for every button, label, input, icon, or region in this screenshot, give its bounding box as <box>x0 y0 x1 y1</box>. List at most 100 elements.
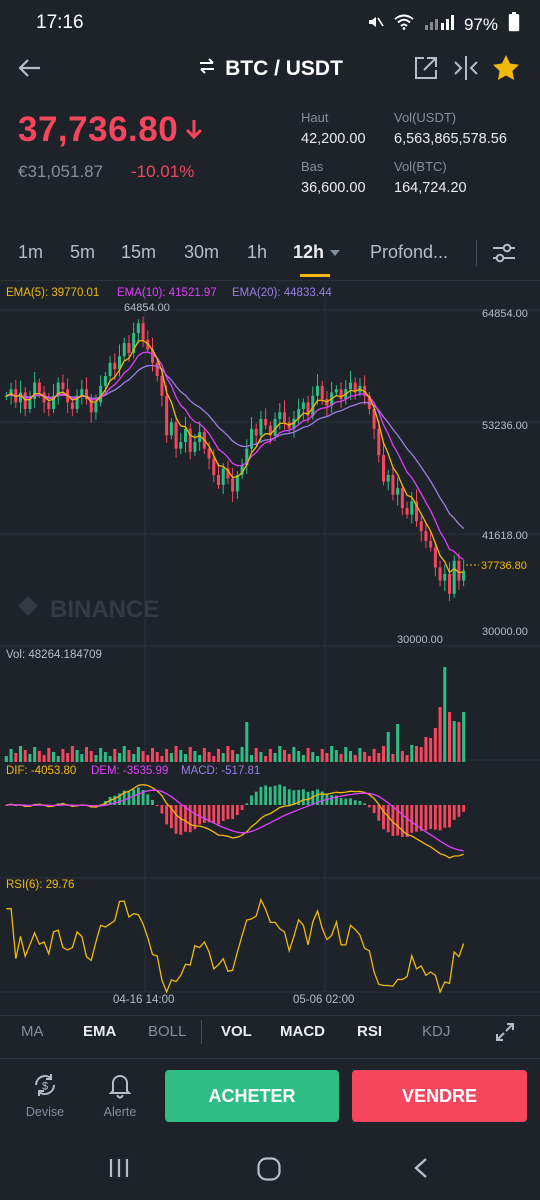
tab-12h[interactable]: 12h <box>293 242 341 263</box>
candle-body <box>419 521 423 532</box>
bell-icon <box>97 1070 143 1105</box>
volume-bar <box>447 712 452 762</box>
macd-bar <box>151 799 154 805</box>
candle-body <box>174 422 178 449</box>
candle-body <box>37 382 41 393</box>
volume-bar <box>9 749 13 762</box>
macd-bar <box>429 805 433 829</box>
volume-bar <box>207 752 211 762</box>
indicator-rsi[interactable]: RSI <box>357 1023 382 1040</box>
tab-15m[interactable]: 15m <box>121 242 156 263</box>
volume-bar <box>273 753 277 762</box>
recent-apps-button[interactable] <box>107 1156 131 1185</box>
macd-bar <box>377 805 381 821</box>
volume-bar <box>353 755 357 762</box>
tab-1m[interactable]: 1m <box>18 242 43 263</box>
volume-bar <box>386 732 390 762</box>
candle-body <box>127 343 131 353</box>
currency-convert-icon: $ <box>22 1070 68 1105</box>
volume-bar <box>231 750 235 762</box>
volume-bar <box>75 750 79 762</box>
volume-bar <box>424 737 428 762</box>
indicator-ma[interactable]: MA <box>21 1023 44 1040</box>
indicator-bar <box>0 1015 540 1052</box>
volume-bar <box>391 754 395 762</box>
kline-chart[interactable]: BINANCE EMA(5): 39770.01 EMA(10): 41521.… <box>0 280 540 1015</box>
volume-bar <box>37 751 41 762</box>
candle-body <box>113 362 117 370</box>
volume-bar <box>259 752 263 762</box>
volume-bar <box>344 747 348 762</box>
macd-bar <box>382 805 385 830</box>
macd-bar <box>146 794 150 805</box>
candle-body <box>155 362 159 376</box>
macd-bar <box>353 800 357 805</box>
candle-body <box>348 382 353 390</box>
tab-depth[interactable]: Profond... <box>370 242 448 263</box>
candle-body <box>443 574 447 581</box>
favorite-button[interactable] <box>490 52 522 84</box>
high-label: Haut <box>301 110 329 125</box>
sell-button[interactable]: VENDRE <box>352 1070 527 1122</box>
volume-bar <box>452 721 456 762</box>
volume-bar <box>320 749 324 762</box>
share-button[interactable] <box>410 52 442 84</box>
min-price-label: 30000.00 <box>397 634 443 646</box>
volume-bar <box>113 749 117 762</box>
chart-settings-button[interactable] <box>490 240 518 271</box>
expand-icon <box>496 1023 514 1041</box>
indicator-vol[interactable]: VOL <box>221 1023 252 1040</box>
candle-body <box>216 475 221 485</box>
devise-button[interactable]: $ Devise <box>22 1070 68 1119</box>
volume-bar <box>165 749 169 762</box>
tab-30m[interactable]: 30m <box>184 242 219 263</box>
macd-bar <box>438 805 442 831</box>
volume-bar <box>457 722 461 762</box>
system-back-button[interactable] <box>410 1156 434 1185</box>
chart-canvas[interactable]: BINANCE EMA(5): 39770.01 EMA(10): 41521.… <box>0 280 540 1015</box>
volume-bars <box>4 667 466 762</box>
candle-body <box>221 468 225 485</box>
candle-body <box>339 389 343 400</box>
tab-1h[interactable]: 1h <box>247 242 267 263</box>
indicator-divider <box>201 1020 202 1044</box>
volume-bar <box>221 753 225 762</box>
volume-bar <box>23 750 27 762</box>
candle-body <box>334 389 338 393</box>
macd-bar <box>419 805 423 831</box>
dem-line <box>6 789 464 852</box>
alert-button[interactable]: Alerte <box>97 1070 143 1119</box>
home-button[interactable] <box>256 1156 282 1187</box>
volume-bar <box>311 752 315 762</box>
volume-bar <box>348 751 353 762</box>
candle-body <box>315 385 320 396</box>
indicator-kdj[interactable]: KDJ <box>422 1023 450 1040</box>
macd-bar <box>254 791 258 805</box>
volume-bar <box>240 747 244 762</box>
tab-5m[interactable]: 5m <box>70 242 95 263</box>
system-nav-bar <box>0 1136 540 1200</box>
macd-bar <box>330 795 334 805</box>
indicator-ema[interactable]: EMA <box>83 1023 116 1040</box>
volume-bar <box>51 752 56 762</box>
candle-body <box>405 508 409 515</box>
fullscreen-button[interactable] <box>494 1021 516 1048</box>
indicator-boll[interactable]: BOLL <box>148 1023 186 1040</box>
candle-body <box>193 442 197 452</box>
buy-button[interactable]: ACHETER <box>165 1070 339 1122</box>
volume-bar <box>117 753 122 762</box>
volume-bar <box>103 752 107 762</box>
indicator-macd[interactable]: MACD <box>280 1023 325 1040</box>
macd-bar <box>212 805 216 824</box>
volume-bar <box>443 667 447 762</box>
compare-button[interactable] <box>450 52 482 84</box>
candle-body <box>377 428 381 456</box>
macd-bar <box>221 805 225 822</box>
macd-bar <box>405 805 409 837</box>
axis-label-3: 41618.00 <box>482 530 528 542</box>
volume-bar <box>47 748 51 762</box>
volume-bar <box>160 756 164 762</box>
ema5-label: EMA(5): 39770.01 <box>6 287 99 299</box>
status-time: 17:16 <box>36 12 84 33</box>
candle-body <box>70 402 74 409</box>
